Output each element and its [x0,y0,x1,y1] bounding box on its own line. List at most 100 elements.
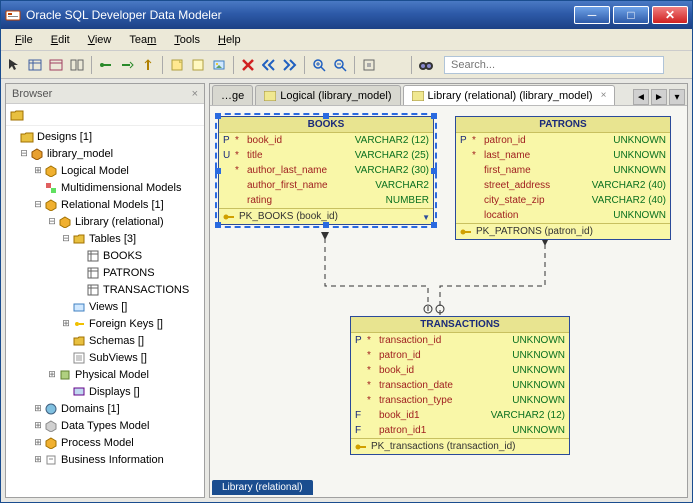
minimize-button[interactable]: ─ [574,6,610,24]
search-box[interactable] [444,56,664,74]
tab-ge[interactable]: …ge [212,85,253,105]
link-inherit-tool[interactable] [139,56,157,74]
search-input[interactable] [449,58,639,72]
tab-library-relational[interactable]: Library (relational) (library_model)× [403,85,616,105]
entity-transactions-header: TRANSACTIONS [351,317,569,333]
link-one-tool[interactable] [97,56,115,74]
entity-column-row: author_first_nameVARCHAR2 [219,178,433,193]
tab-close-icon[interactable]: × [601,90,607,101]
tree-physical-model[interactable]: ⊞Physical Model [6,366,204,383]
entity-column-row: P*transaction_idUNKNOWN [351,333,569,348]
maximize-button[interactable]: □ [613,6,649,24]
app-title: Oracle SQL Developer Data Modeler [26,8,574,22]
entity-column-row: P*book_idVARCHAR2 (12) [219,133,433,148]
tree-logical-model[interactable]: ⊞Logical Model [6,162,204,179]
tree-business-info[interactable]: ⊞Business Information [6,451,204,468]
entity-patrons-columns: P*patron_idUNKNOWN*last_nameUNKNOWNfirst… [456,133,670,223]
entity-column-row: *author_last_nameVARCHAR2 (30) [219,163,433,178]
rewind-tool[interactable] [260,56,278,74]
app-icon [5,7,21,23]
tree-table-books[interactable]: BOOKS [6,247,204,264]
diagram-status-tab[interactable]: Library (relational) [212,480,313,495]
menu-team[interactable]: Team [121,32,164,48]
zoom-in-tool[interactable] [310,56,328,74]
entity-column-row: Fbook_id1VARCHAR2 (12) [351,408,569,423]
editor-tabbar: …ge Logical (library_model) Library (rel… [210,84,687,106]
fit-tool[interactable] [360,56,378,74]
entity-patrons[interactable]: PATRONS P*patron_idUNKNOWN*last_nameUNKN… [455,116,671,240]
diagram-canvas[interactable]: BOOKS P*book_idVARCHAR2 (12)U*titleVARCH… [210,106,687,497]
dropdown-triangle-icon[interactable]: ▼ [422,213,430,222]
zoom-out-tool[interactable] [331,56,349,74]
tree-designs[interactable]: Designs [1] [6,128,204,145]
entity-patrons-header: PATRONS [456,117,670,133]
entity-column-row: ratingNUMBER [219,193,433,208]
tree-library-model[interactable]: ⊟library_model [6,145,204,162]
entity-books-header: BOOKS [219,117,433,133]
tree-schemas[interactable]: Schemas [] [6,332,204,349]
tab-prev-button[interactable]: ◄ [633,89,649,105]
titlebar: Oracle SQL Developer Data Modeler ─ □ ✕ [1,1,692,29]
new-view-tool[interactable] [47,56,65,74]
entity-books[interactable]: BOOKS P*book_idVARCHAR2 (12)U*titleVARCH… [218,116,434,225]
tab-logical[interactable]: Logical (library_model) [255,85,400,105]
tree-displays[interactable]: Displays [] [6,383,204,400]
tree-foreign-keys[interactable]: ⊞Foreign Keys [] [6,315,204,332]
menubar: File Edit View Team Tools Help [1,29,692,51]
entity-column-row: *book_idUNKNOWN [351,363,569,378]
entity-column-row: *patron_idUNKNOWN [351,348,569,363]
tree-relational-models[interactable]: ⊟Relational Models [1] [6,196,204,213]
tab-list-button[interactable]: ▾ [669,89,685,105]
diagram-icon [264,91,276,101]
forward-tool[interactable] [281,56,299,74]
tree-views[interactable]: Views [] [6,298,204,315]
tree-tables[interactable]: ⊟Tables [3] [6,230,204,247]
delete-tool[interactable] [239,56,257,74]
entity-column-row: *last_nameUNKNOWN [456,148,670,163]
entity-column-row: P*patron_idUNKNOWN [456,133,670,148]
menu-view[interactable]: View [80,32,120,48]
tree-table-transactions[interactable]: TRANSACTIONS [6,281,204,298]
menu-help[interactable]: Help [210,32,249,48]
tree-subviews[interactable]: SubViews [] [6,349,204,366]
menu-edit[interactable]: Edit [43,32,78,48]
entity-transactions[interactable]: TRANSACTIONS P*transaction_idUNKNOWN*pat… [350,316,570,455]
entity-books-columns: P*book_idVARCHAR2 (12)U*titleVARCHAR2 (2… [219,133,433,208]
key-icon [355,442,367,452]
entity-column-row: city_state_zipVARCHAR2 (40) [456,193,670,208]
app-window: Oracle SQL Developer Data Modeler ─ □ ✕ … [0,0,693,503]
entity-column-row: *transaction_dateUNKNOWN [351,378,569,393]
tree-table-patrons[interactable]: PATRONS [6,264,204,281]
menu-file[interactable]: File [7,32,41,48]
folder-toolbar-icon[interactable] [10,108,24,122]
split-tool[interactable] [68,56,86,74]
image-tool[interactable] [210,56,228,74]
pointer-tool[interactable] [5,56,23,74]
diagram-icon [412,91,424,101]
tree-multidimensional[interactable]: Multidimensional Models [6,179,204,196]
browser-close-icon[interactable]: × [192,88,198,100]
browser-title: Browser [12,88,52,100]
key-icon [223,212,235,222]
new-entity-tool[interactable] [26,56,44,74]
browser-panel: Browser × Designs [1] ⊟library_model ⊞Lo… [5,83,205,498]
browser-tree[interactable]: Designs [1] ⊟library_model ⊞Logical Mode… [6,126,204,497]
main-panel: …ge Logical (library_model) Library (rel… [209,83,688,498]
toolbar [1,51,692,79]
tree-process-model[interactable]: ⊞Process Model [6,434,204,451]
link-many-tool[interactable] [118,56,136,74]
entity-patrons-pk: PK_PATRONS (patron_id) [456,224,670,239]
tree-data-types[interactable]: ⊞Data Types Model [6,417,204,434]
entity-column-row: locationUNKNOWN [456,208,670,223]
key-icon [460,227,472,237]
entity-column-row: U*titleVARCHAR2 (25) [219,148,433,163]
tree-library-relational[interactable]: ⊟Library (relational) [6,213,204,230]
tree-domains[interactable]: ⊞Domains [1] [6,400,204,417]
entity-column-row: street_addressVARCHAR2 (40) [456,178,670,193]
tab-next-button[interactable]: ► [651,89,667,105]
menu-tools[interactable]: Tools [166,32,208,48]
binoculars-icon[interactable] [417,56,435,74]
close-button[interactable]: ✕ [652,6,688,24]
note-tool[interactable] [168,56,186,74]
note-tool-2[interactable] [189,56,207,74]
